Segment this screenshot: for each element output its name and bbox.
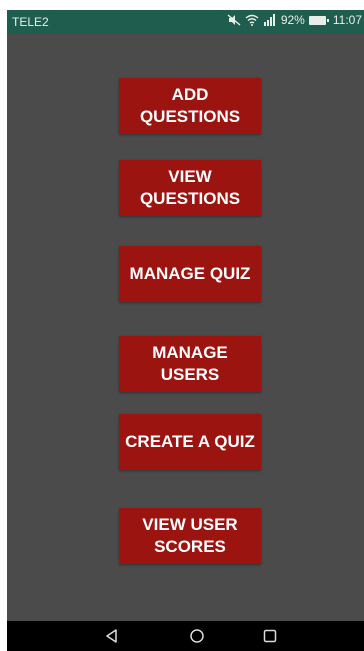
create-quiz-button[interactable]: CREATE A QUIZ bbox=[119, 414, 261, 470]
manage-users-button[interactable]: MANAGE USERS bbox=[119, 336, 261, 392]
battery-percent: 92% bbox=[280, 13, 305, 27]
phone-screen: TELE2 92% 11:07 ADD QUESTIONS VIEW QUEST… bbox=[7, 10, 364, 651]
recent-apps-icon[interactable] bbox=[245, 621, 295, 651]
manage-quiz-button[interactable]: MANAGE QUIZ bbox=[119, 246, 261, 302]
home-icon[interactable] bbox=[172, 621, 222, 651]
add-questions-button[interactable]: ADD QUESTIONS bbox=[119, 78, 261, 134]
back-icon[interactable] bbox=[87, 621, 137, 651]
wifi-icon bbox=[245, 14, 259, 26]
view-user-scores-button[interactable]: VIEW USER SCORES bbox=[119, 508, 261, 564]
clock: 11:07 bbox=[332, 13, 362, 27]
navigation-bar bbox=[7, 621, 364, 651]
signal-icon bbox=[263, 14, 277, 26]
carrier-name: TELE2 bbox=[12, 15, 49, 29]
battery-icon bbox=[308, 15, 329, 25]
status-icons: 92% 11:07 bbox=[227, 13, 362, 27]
status-bar: TELE2 92% 11:07 bbox=[7, 10, 364, 34]
view-questions-button[interactable]: VIEW QUESTIONS bbox=[119, 160, 261, 216]
mute-icon bbox=[227, 14, 241, 26]
